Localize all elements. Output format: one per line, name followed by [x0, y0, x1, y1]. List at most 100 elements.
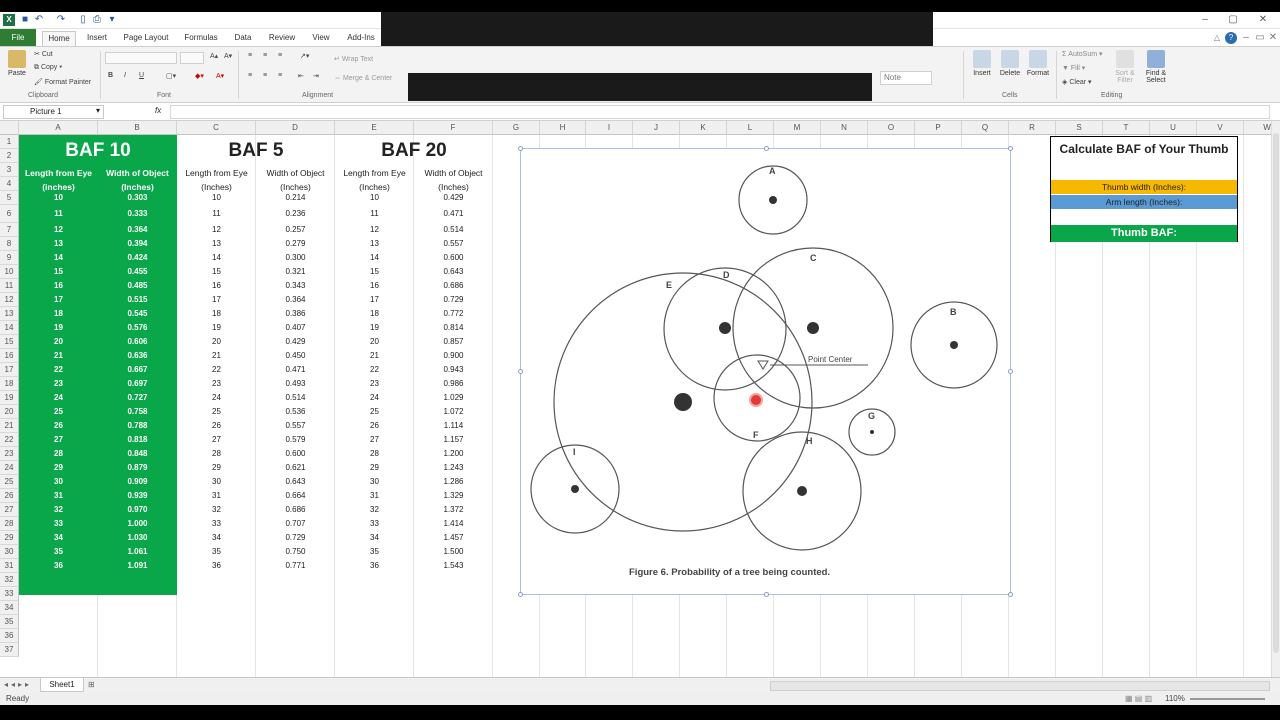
baf20-length-cell[interactable]: 33 — [335, 517, 414, 531]
baf5-width-cell[interactable]: 0.471 — [256, 363, 335, 377]
ribbon-collapse-icon[interactable]: △ — [1211, 32, 1223, 44]
baf20-width-cell[interactable]: 0.471 — [414, 205, 493, 223]
baf10-width-cell[interactable]: 0.939 — [98, 489, 177, 503]
baf20-length-cell[interactable]: 12 — [335, 223, 414, 237]
baf5-length-cell[interactable]: 31 — [177, 489, 256, 503]
baf10-width-cell[interactable]: 1.000 — [98, 517, 177, 531]
baf20-width-cell[interactable]: 1.414 — [414, 517, 493, 531]
baf20-length-cell[interactable]: 30 — [335, 475, 414, 489]
fill-color-icon[interactable]: ◆▾ — [195, 72, 204, 80]
baf10-width-cell[interactable]: 0.909 — [98, 475, 177, 489]
tab-formulas[interactable]: Formulas — [182, 31, 220, 46]
baf5-length-cell[interactable]: 12 — [177, 223, 256, 237]
row-header-8[interactable]: 8 — [0, 237, 19, 251]
baf10-length-cell[interactable]: 10 — [19, 191, 98, 205]
middle-align-icon[interactable]: ≡ — [263, 52, 267, 59]
column-header-s[interactable]: S — [1056, 121, 1103, 135]
column-header-t[interactable]: T — [1103, 121, 1150, 135]
clear-button[interactable]: ◈ Clear ▾ — [1062, 78, 1092, 86]
tab-file[interactable]: File — [0, 29, 36, 46]
baf10-length-cell[interactable]: 24 — [19, 391, 98, 405]
tab-insert[interactable]: Insert — [82, 31, 112, 46]
row-header-19[interactable]: 19 — [0, 391, 19, 405]
column-header-b[interactable]: B — [98, 121, 177, 135]
baf20-length-cell[interactable]: 29 — [335, 461, 414, 475]
baf10-length-cell[interactable]: 35 — [19, 545, 98, 559]
format-painter-button[interactable]: 🖌 Format Painter — [34, 78, 91, 86]
row-header-29[interactable]: 29 — [0, 531, 19, 545]
baf10-width-cell[interactable]: 0.848 — [98, 447, 177, 461]
baf20-length-cell[interactable]: 28 — [335, 447, 414, 461]
window-minimize-icon[interactable]: – — [1240, 32, 1252, 44]
row-header-6[interactable]: 6 — [0, 205, 19, 223]
baf10-length-cell[interactable]: 13 — [19, 237, 98, 251]
customize-qat-icon[interactable]: ▾ — [106, 14, 118, 26]
baf20-length-cell[interactable]: 35 — [335, 545, 414, 559]
baf10-width-cell[interactable]: 0.394 — [98, 237, 177, 251]
baf10-length-cell[interactable]: 14 — [19, 251, 98, 265]
row-header-3[interactable]: 3 — [0, 163, 19, 177]
baf10-width-cell[interactable]: 0.697 — [98, 377, 177, 391]
baf20-length-cell[interactable]: 25 — [335, 405, 414, 419]
baf10-length-cell[interactable]: 11 — [19, 205, 98, 223]
row-header-17[interactable]: 17 — [0, 363, 19, 377]
baf20-length-cell[interactable]: 13 — [335, 237, 414, 251]
baf20-length-cell[interactable]: 32 — [335, 503, 414, 517]
baf10-width-cell[interactable]: 0.333 — [98, 205, 177, 223]
baf5-width-cell[interactable]: 0.321 — [256, 265, 335, 279]
merge-center-button[interactable]: ⇔ Merge & Center — [334, 75, 392, 82]
baf20-length-cell[interactable]: 10 — [335, 191, 414, 205]
column-header-d[interactable]: D — [256, 121, 335, 135]
baf5-length-cell[interactable]: 20 — [177, 335, 256, 349]
row-header-1[interactable]: 1 — [0, 135, 19, 149]
baf10-length-cell[interactable]: 31 — [19, 489, 98, 503]
top-align-icon[interactable]: ≡ — [248, 52, 252, 59]
baf20-width-cell[interactable]: 0.772 — [414, 307, 493, 321]
formula-input[interactable] — [170, 105, 1270, 119]
baf10-width-cell[interactable]: 1.030 — [98, 531, 177, 545]
tab-add-ins[interactable]: Add-Ins — [344, 31, 378, 46]
find-select-button[interactable]: Find & Select — [1141, 50, 1171, 84]
row-header-10[interactable]: 10 — [0, 265, 19, 279]
baf10-length-cell[interactable]: 25 — [19, 405, 98, 419]
row-header-2[interactable]: 2 — [0, 149, 19, 163]
baf10-length-cell[interactable]: 21 — [19, 349, 98, 363]
baf10-width-cell[interactable]: 0.364 — [98, 223, 177, 237]
vertical-scroll-thumb[interactable] — [1273, 133, 1279, 653]
thumb-width-row[interactable]: Thumb width (Inches): — [1051, 180, 1237, 194]
resize-handle[interactable] — [1008, 369, 1013, 374]
baf5-length-cell[interactable]: 32 — [177, 503, 256, 517]
resize-handle[interactable] — [518, 146, 523, 151]
baf10-length-cell[interactable]: 23 — [19, 377, 98, 391]
copy-button[interactable]: ⧉ Copy ▾ — [34, 64, 62, 72]
row-header-23[interactable]: 23 — [0, 447, 19, 461]
baf20-width-cell[interactable]: 0.686 — [414, 279, 493, 293]
resize-handle[interactable] — [764, 592, 769, 597]
increase-indent-icon[interactable]: ⇥ — [313, 72, 319, 80]
baf20-width-cell[interactable]: 0.729 — [414, 293, 493, 307]
minimize-icon[interactable]: – — [1199, 14, 1211, 26]
baf5-length-cell[interactable]: 17 — [177, 293, 256, 307]
column-header-c[interactable]: C — [177, 121, 256, 135]
shrink-font-icon[interactable]: A▾ — [224, 52, 232, 60]
baf5-width-cell[interactable]: 0.750 — [256, 545, 335, 559]
window-close-icon[interactable]: ✕ — [1267, 32, 1279, 44]
fx-icon[interactable]: fx — [155, 106, 161, 115]
row-header-5[interactable]: 5 — [0, 191, 19, 205]
baf5-width-cell[interactable]: 0.771 — [256, 559, 335, 573]
baf5-length-cell[interactable]: 14 — [177, 251, 256, 265]
baf5-length-cell[interactable]: 22 — [177, 363, 256, 377]
row-header-34[interactable]: 34 — [0, 601, 19, 615]
baf5-length-cell[interactable]: 15 — [177, 265, 256, 279]
baf10-length-cell[interactable]: 15 — [19, 265, 98, 279]
baf5-width-cell[interactable]: 0.536 — [256, 405, 335, 419]
baf5-length-cell[interactable]: 16 — [177, 279, 256, 293]
view-buttons-icon[interactable]: ▦ ▤ ▥ — [1125, 693, 1152, 705]
align-left-icon[interactable]: ≡ — [248, 72, 252, 79]
underline-icon[interactable]: U — [139, 72, 144, 79]
namebox-dropdown-icon[interactable]: ▾ — [96, 106, 100, 115]
row-header-28[interactable]: 28 — [0, 517, 19, 531]
column-header-r[interactable]: R — [1009, 121, 1056, 135]
baf20-width-cell[interactable]: 1.114 — [414, 419, 493, 433]
row-header-22[interactable]: 22 — [0, 433, 19, 447]
